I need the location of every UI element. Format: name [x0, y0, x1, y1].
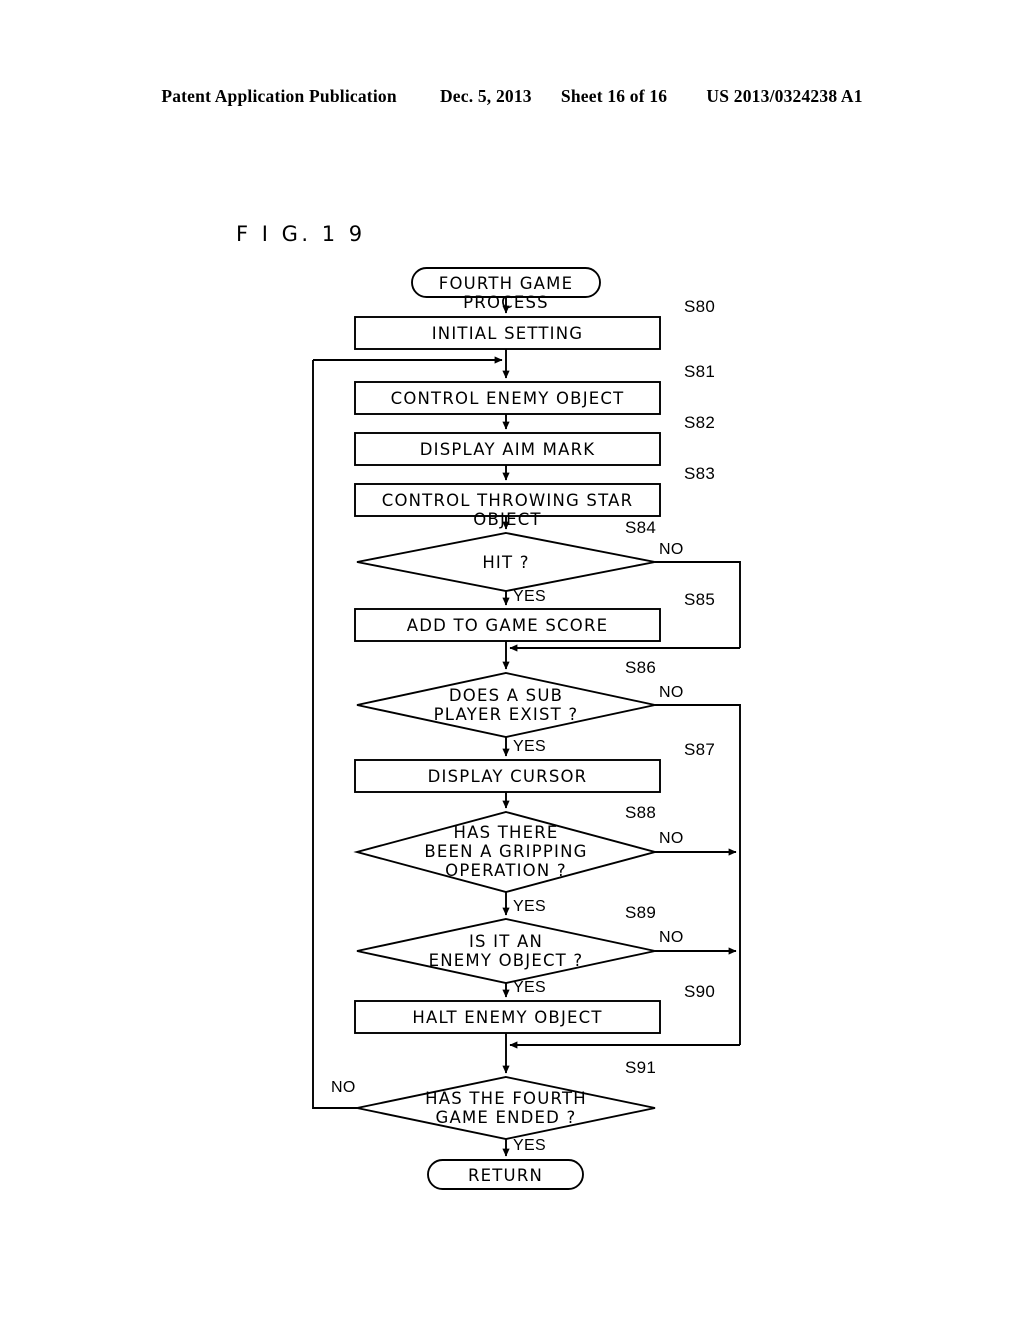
branch-label-s84-yes: YES	[513, 588, 546, 605]
shape-s84	[356, 532, 656, 592]
step-label-s80: S80	[684, 297, 716, 316]
shape-start	[411, 267, 601, 298]
shape-s85	[354, 608, 661, 642]
shape-s89	[356, 918, 656, 984]
shape-s86	[356, 672, 656, 738]
step-label-s89: S89	[625, 903, 657, 922]
step-label-s83: S83	[684, 464, 716, 483]
shape-s83	[354, 483, 661, 517]
branch-label-s89-yes: YES	[513, 979, 546, 996]
shape-s88	[353, 811, 659, 893]
shape-s87	[354, 759, 661, 793]
branch-label-s91-no: NO	[331, 1079, 356, 1096]
shape-s81	[354, 381, 661, 415]
branch-s91-no-path	[312, 360, 357, 1109]
step-label-s84: S84	[625, 518, 657, 537]
branch-label-s91-yes: YES	[513, 1137, 546, 1154]
shape-s82	[354, 432, 661, 466]
shape-s80	[354, 316, 661, 350]
step-label-s88: S88	[625, 803, 657, 822]
flowchart-diagram: FOURTH GAME PROCESS INITIAL SETTING CONT…	[0, 0, 1024, 1320]
step-label-s87: S87	[684, 740, 716, 759]
branch-label-s88-no: NO	[659, 830, 684, 847]
step-label-s90: S90	[684, 982, 716, 1001]
step-label-s82: S82	[684, 413, 716, 432]
step-label-s91: S91	[625, 1058, 657, 1077]
branch-label-s84-no: NO	[659, 541, 684, 558]
step-label-s86: S86	[625, 658, 657, 677]
branch-label-s89-no: NO	[659, 929, 684, 946]
step-label-s85: S85	[684, 590, 716, 609]
flowchart-svg	[312, 267, 741, 1190]
shape-s91	[356, 1076, 656, 1140]
shape-return	[427, 1159, 584, 1190]
branch-label-s88-yes: YES	[513, 898, 546, 915]
shape-s90	[354, 1000, 661, 1034]
branch-label-s86-yes: YES	[513, 738, 546, 755]
branch-label-s86-no: NO	[659, 684, 684, 701]
step-label-s81: S81	[684, 362, 716, 381]
